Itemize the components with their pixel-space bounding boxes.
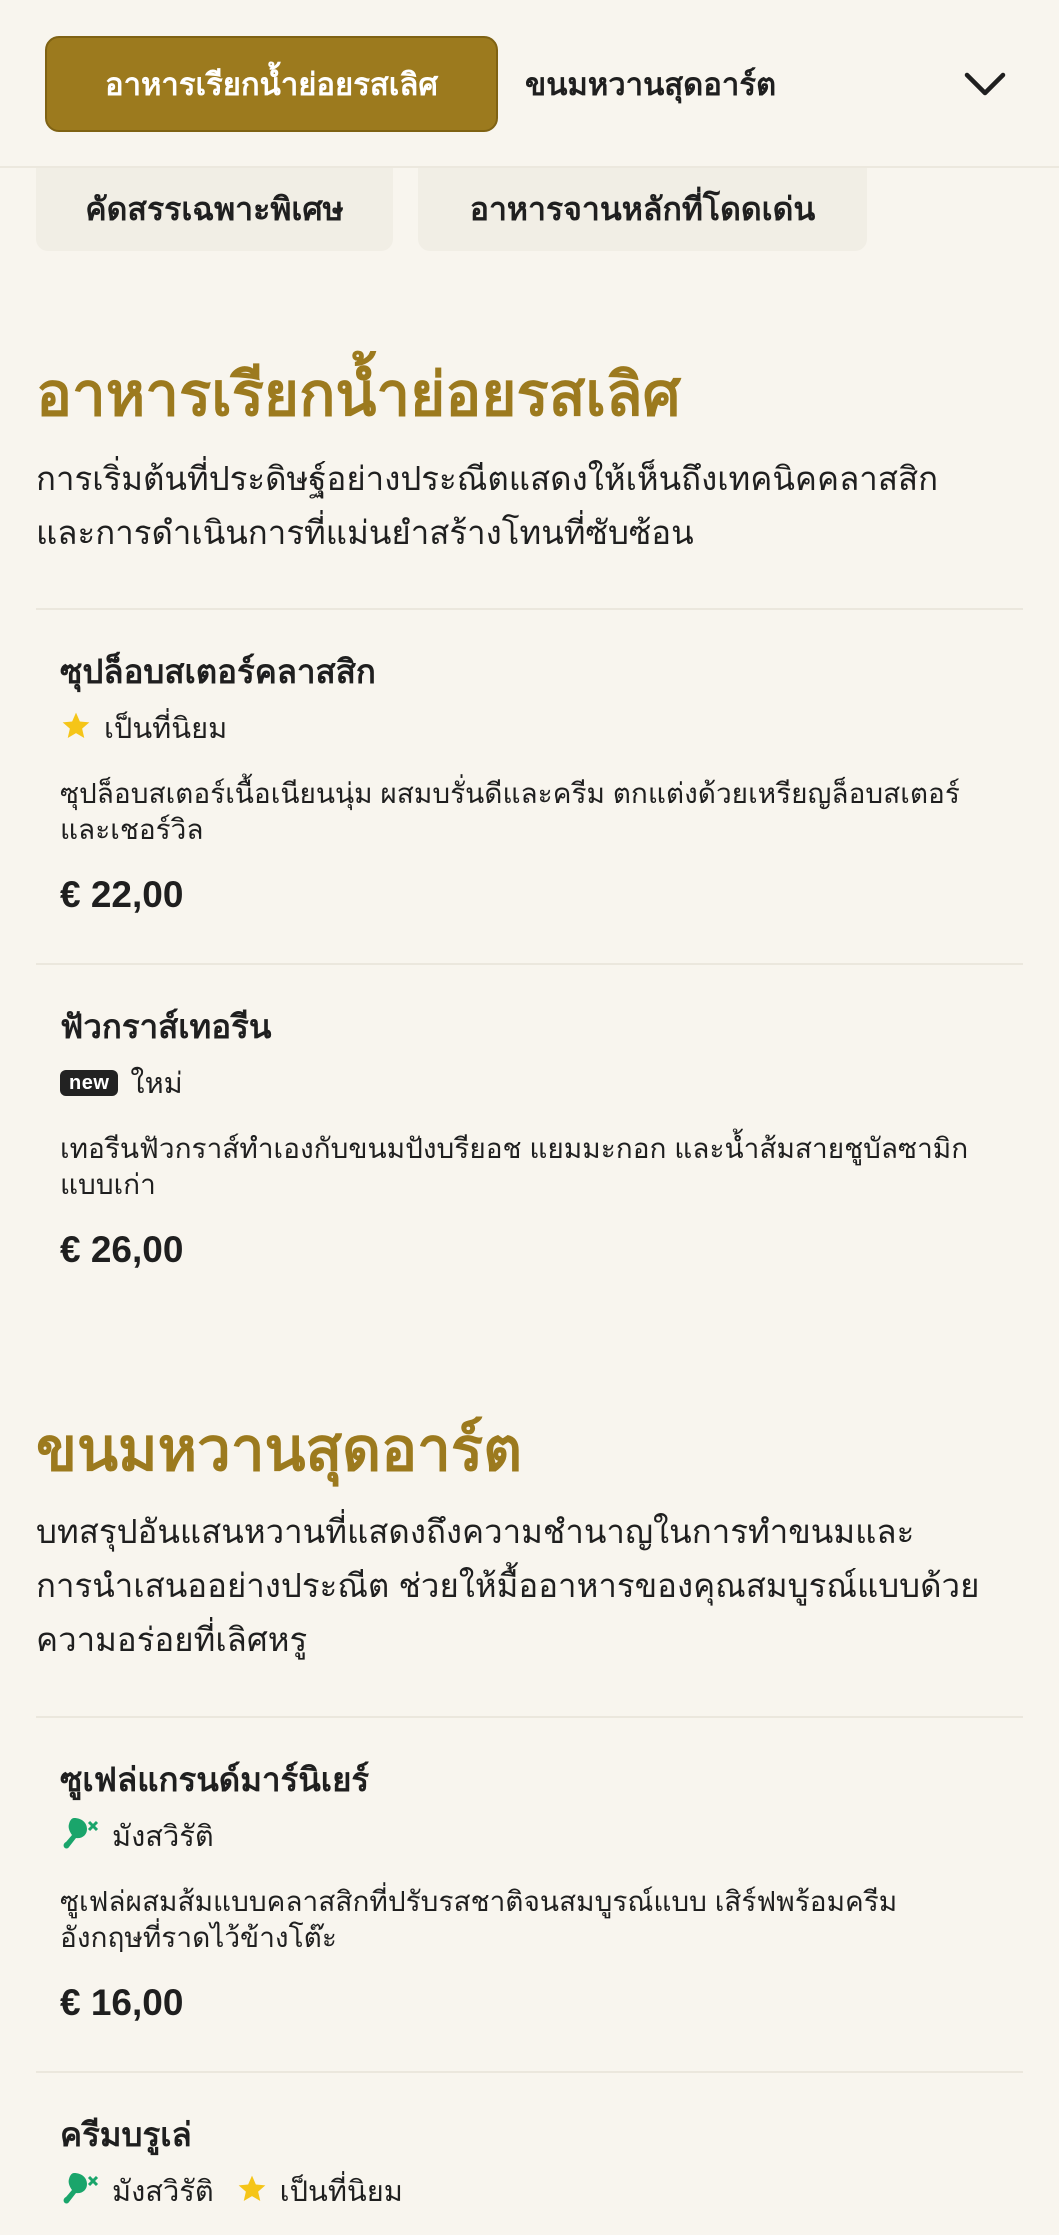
item-description: เทอรีนฟัวกราส์ทำเองกับขนมปังบรียอช แยมมะ… — [60, 1131, 1000, 1203]
tag-label: เป็นที่นิยม — [104, 713, 228, 745]
divider — [36, 2071, 1023, 2073]
divider — [36, 608, 1023, 610]
item-description: ซูเฟล่ผสมส้มแบบคลาสสิกที่ปรับรสชาติจนสมบ… — [60, 1884, 1000, 1956]
menu-item-lobster-bisque[interactable]: ซุปล็อบสเตอร์คลาสสิก เป็นที่นิยม ซุปล็อบ… — [60, 650, 1000, 916]
tag-label: มังสวิรัติ — [112, 2176, 214, 2208]
section-description-appetizers: การเริ่มต้นที่ประดิษฐ์อย่างประณีตแสดงให้… — [36, 452, 1026, 560]
vegetarian-tag: มังสวิรัติ — [60, 1813, 214, 1859]
item-name: ซุปล็อบสเตอร์คลาสสิก — [60, 653, 376, 690]
vegetarian-icon — [60, 2171, 100, 2212]
star-icon — [60, 710, 92, 747]
tag-label: เป็นที่นิยม — [279, 2176, 403, 2208]
tag-label: ใหม่ — [130, 1068, 183, 1100]
tab-desserts[interactable]: ขนมหวานสุดอาร์ต — [525, 36, 776, 132]
item-description-line: แบบเก่า — [60, 1169, 156, 1200]
chevron-down-icon[interactable] — [960, 60, 1010, 110]
menu-item-grand-marnier-souffle[interactable]: ซูเฟล่แกรนด์มาร์นิเยร์ มังสวิรัติ ซูเฟล่… — [60, 1758, 1000, 2024]
section-description-line: การนำเสนออย่างประณีต ช่วยให้มื้ออาหารของ… — [36, 1567, 980, 1604]
item-name: ฟัวกราส์เทอรีน — [60, 1008, 272, 1045]
popular-tag: เป็นที่นิยม — [236, 2168, 403, 2214]
menu-item-creme-brulee[interactable]: ครีมบรูเล่ มังสวิรัติ เป็นที่นิยม — [60, 2113, 1000, 2209]
new-tag: new ใหม่ — [60, 1060, 183, 1106]
vegetarian-icon — [60, 1816, 100, 1857]
tag-label: มังสวิรัติ — [112, 1821, 214, 1853]
item-name: ครีมบรูเล่ — [60, 2116, 192, 2153]
tab-appetizers[interactable]: อาหารเรียกน้ำย่อยรสเลิศ — [45, 36, 498, 132]
star-icon — [236, 2173, 268, 2210]
section-description-line: ความอร่อยที่เลิศหรู — [36, 1621, 308, 1658]
divider — [36, 963, 1023, 965]
section-title-desserts: ขนมหวานสุดอาร์ต — [36, 1416, 523, 1483]
item-price: € 26,00 — [60, 1229, 184, 1270]
item-description-line: ซุปล็อบสเตอร์เนื้อเนียนนุ่ม ผสมบรั่นดีแล… — [60, 778, 960, 809]
vegetarian-tag: มังสวิรัติ — [60, 2168, 214, 2214]
item-description-line: เทอรีนฟัวกราส์ทำเองกับขนมปังบรียอช แยมมะ… — [60, 1133, 969, 1164]
chip-signature-mains[interactable]: อาหารจานหลักที่โดดเด่น — [418, 168, 867, 251]
section-description-line: และการดำเนินการที่แม่นยำสร้างโทนที่ซับซ้… — [36, 514, 694, 551]
menu-item-foie-gras-terrine[interactable]: ฟัวกราส์เทอรีน new ใหม่ เทอรีนฟัวกราส์ทำ… — [60, 1005, 1000, 1271]
popular-tag: เป็นที่นิยม — [60, 705, 227, 751]
new-badge-icon: new — [60, 1070, 119, 1096]
item-description-line: ซูเฟล่ผสมส้มแบบคลาสสิกที่ปรับรสชาติจนสมบ… — [60, 1886, 898, 1917]
item-tags: มังสวิรัติ เป็นที่นิยม — [60, 2172, 1000, 2209]
item-price: € 16,00 — [60, 1982, 184, 2023]
item-description: ซุปล็อบสเตอร์เนื้อเนียนนุ่ม ผสมบรั่นดีแล… — [60, 776, 1000, 848]
section-description-line: บทสรุปอันแสนหวานที่แสดงถึงความชำนาญในการ… — [36, 1513, 915, 1550]
item-price: € 22,00 — [60, 874, 184, 915]
item-tags: เป็นที่นิยม — [60, 710, 1000, 746]
section-title-appetizers: อาหารเรียกน้ำย่อยรสเลิศ — [36, 361, 681, 428]
item-description-line: และเชอร์วิล — [60, 814, 204, 845]
divider — [36, 1716, 1023, 1718]
item-description-line: อังกฤษที่ราดไว้ข้างโต๊ะ — [60, 1922, 337, 1953]
item-tags: new ใหม่ — [60, 1065, 1000, 1101]
chip-special-selection[interactable]: คัดสรรเฉพาะพิเศษ — [36, 168, 393, 251]
category-nav: อาหารเรียกน้ำย่อยรสเลิศ ขนมหวานสุดอาร์ต — [0, 0, 1059, 168]
section-description-desserts: บทสรุปอันแสนหวานที่แสดงถึงความชำนาญในการ… — [36, 1505, 1026, 1667]
item-name: ซูเฟล่แกรนด์มาร์นิเยร์ — [60, 1761, 370, 1798]
item-tags: มังสวิรัติ — [60, 1817, 1000, 1854]
menu-page: อาหารเรียกน้ำย่อยรสเลิศ ขนมหวานสุดอาร์ต … — [0, 0, 1059, 2235]
section-description-line: การเริ่มต้นที่ประดิษฐ์อย่างประณีตแสดงให้… — [36, 460, 939, 497]
